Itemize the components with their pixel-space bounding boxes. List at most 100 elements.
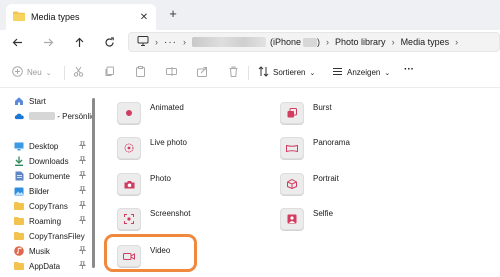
new-label: Neu	[27, 68, 42, 77]
sidebar-item-appdata[interactable]: AppData	[14, 259, 92, 273]
portrait-cube-icon	[280, 173, 304, 195]
selfie-icon	[280, 208, 304, 230]
folder-burst[interactable]: Burst	[280, 100, 332, 126]
folder-label: Screenshot	[150, 208, 191, 218]
burst-icon	[280, 102, 304, 124]
divider	[64, 66, 65, 80]
folder-panorama[interactable]: Panorama	[280, 135, 350, 161]
folder-screenshot[interactable]: Screenshot	[117, 206, 190, 232]
breadcrumb-device[interactable]: (iPhone)	[270, 37, 320, 48]
sidebar-item-label: Musik	[29, 246, 50, 256]
pin-icon[interactable]	[78, 155, 87, 166]
folder-portrait[interactable]: Portrait	[280, 171, 339, 197]
sidebar-item-desktop[interactable]: Desktop	[14, 139, 92, 153]
sidebar-item-copytransfiley[interactable]: CopyTransFiley	[14, 229, 92, 243]
command-bar: Neu ⌄ Sortieren ⌄ Anzeigen ⌄ ···	[0, 58, 500, 88]
address-bar[interactable]: › ··· › (iPhone) › Photo library › Media…	[128, 32, 500, 52]
rename-icon[interactable]	[166, 66, 177, 77]
sidebar-item-label: Downloads	[29, 156, 69, 166]
folder-label: Selfie	[313, 208, 334, 218]
delete-icon[interactable]	[228, 66, 239, 77]
refresh-icon[interactable]	[102, 35, 116, 49]
sort-button[interactable]: Sortieren ⌄	[258, 66, 315, 79]
folder-live-photo[interactable]: Live photo	[117, 135, 187, 161]
sidebar-item-label: CopyTrans	[29, 201, 68, 211]
folder-selfie[interactable]: Selfie	[280, 206, 333, 232]
folder-photo[interactable]: Photo	[117, 171, 171, 197]
new-tab-button[interactable]: +	[166, 7, 180, 21]
folder-animated[interactable]: Animated	[117, 100, 184, 126]
pin-icon[interactable]	[78, 170, 87, 181]
chevron-icon: ›	[391, 37, 395, 47]
close-tab-icon[interactable]: ✕	[138, 11, 150, 23]
sidebar-item-label: Dokumente	[29, 171, 70, 181]
sidebar-item-label: - Persönlich	[29, 112, 92, 121]
more-options-button[interactable]: ···	[404, 64, 414, 75]
folder-label: Live photo	[150, 137, 187, 147]
copy-icon[interactable]	[104, 66, 115, 77]
camera-icon	[117, 173, 141, 195]
navigation-bar: › ··· › (iPhone) › Photo library › Media…	[0, 30, 500, 54]
share-icon[interactable]	[197, 66, 208, 77]
onedrive-cloud-icon	[14, 111, 24, 121]
back-arrow-icon[interactable]	[10, 35, 24, 49]
view-button[interactable]: Anzeigen ⌄	[332, 66, 390, 79]
breadcrumb-photo-library[interactable]: Photo library	[335, 37, 386, 47]
folder-label: Animated	[150, 102, 184, 112]
chevron-icon: ›	[155, 37, 158, 47]
pictures-icon	[14, 186, 24, 196]
sidebar-item-music[interactable]: Musik	[14, 244, 92, 258]
chevron-icon: ›	[455, 37, 459, 47]
sidebar-item-copytrans[interactable]: CopyTrans	[14, 199, 92, 213]
pin-icon[interactable]	[78, 245, 87, 256]
more-crumbs-button[interactable]: ···	[164, 37, 177, 48]
forward-arrow-icon[interactable]	[41, 35, 55, 49]
folder-label: Panorama	[313, 137, 350, 147]
pin-icon[interactable]	[78, 260, 87, 271]
sidebar-item-label: Start	[29, 96, 46, 106]
up-arrow-icon[interactable]	[72, 35, 86, 49]
folder-icon	[13, 11, 25, 23]
sidebar-item-pictures[interactable]: Bilder	[14, 184, 92, 198]
sidebar-item-downloads[interactable]: Downloads	[14, 154, 92, 168]
home-icon	[14, 96, 24, 106]
music-icon	[14, 246, 24, 256]
highlight-annotation	[104, 234, 197, 272]
pin-icon[interactable]	[78, 140, 87, 151]
sidebar-item-start[interactable]: Start	[14, 94, 92, 108]
pin-icon[interactable]	[78, 215, 87, 226]
sidebar-item-onedrive[interactable]: - Persönlich	[14, 109, 92, 123]
sidebar-item-documents[interactable]: Dokumente	[14, 169, 92, 183]
breadcrumb-media-types[interactable]: Media types	[401, 37, 450, 47]
sort-label: Sortieren	[273, 68, 306, 77]
sidebar-item-label: AppData	[29, 261, 61, 271]
sidebar-item-label: CopyTransFiley	[29, 231, 85, 241]
view-label: Anzeigen	[347, 68, 381, 77]
sidebar-item-label: Bilder	[29, 186, 50, 196]
chevron-down-icon: ⌄	[384, 69, 391, 77]
panorama-icon	[280, 137, 304, 159]
chevron-down-icon: ⌄	[309, 69, 316, 77]
new-button[interactable]: Neu ⌄	[12, 66, 52, 79]
desktop-icon	[14, 141, 24, 151]
sidebar-scrollbar[interactable]	[92, 98, 95, 268]
sidebar-item-label: Desktop	[29, 141, 59, 151]
folder-label: Photo	[150, 173, 171, 183]
download-icon	[14, 156, 24, 166]
sort-arrows-icon	[258, 66, 269, 79]
tab-strip: Media types ✕ +	[0, 0, 500, 30]
chevron-down-icon: ⌄	[45, 69, 52, 77]
folder-icon	[14, 201, 24, 211]
folder-label: Burst	[313, 102, 332, 112]
folder-icon	[14, 216, 24, 226]
animated-icon	[117, 102, 141, 124]
cut-icon[interactable]	[73, 66, 84, 77]
pin-icon[interactable]	[78, 200, 87, 211]
tab-media-types[interactable]: Media types ✕	[6, 4, 156, 30]
pin-icon[interactable]	[78, 185, 87, 196]
folder-icon	[14, 261, 24, 271]
sidebar-item-roaming[interactable]: Roaming	[14, 214, 92, 228]
chevron-icon: ›	[183, 37, 186, 47]
paste-icon[interactable]	[135, 66, 146, 77]
blurred-device-name	[192, 37, 266, 47]
